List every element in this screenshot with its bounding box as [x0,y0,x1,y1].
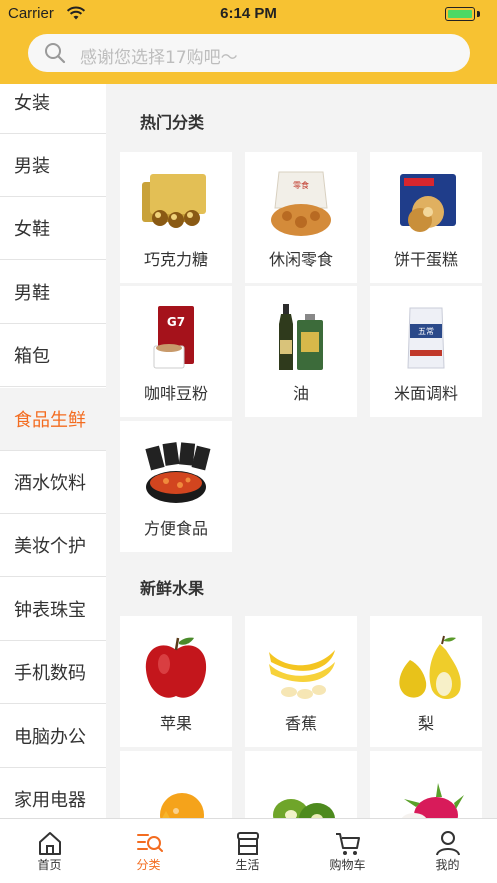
svg-text:G7: G7 [167,315,185,329]
category-tile-label: 休闲零食 [268,250,333,269]
sidebar-item-womens-clothing[interactable]: 女装 [0,84,106,134]
category-tile-chocolate[interactable]: 巧克力糖 [120,152,232,283]
tab-label: 购物车 [329,858,366,872]
category-tile-label: 巧克力糖 [143,250,208,269]
search-placeholder: 感谢您选择17购吧～ [80,48,238,68]
sidebar-item-label: 钟表珠宝 [14,600,86,621]
sidebar-item-label: 箱包 [14,346,50,367]
tab-home[interactable]: 首页 [0,819,99,883]
sidebar-item-label: 男装 [14,156,50,177]
category-tile-apple[interactable]: 苹果 [120,616,232,747]
cookie-tin-icon [400,174,456,232]
category-tile-label: 苹果 [159,714,192,733]
category-tile-label: 油 [292,384,309,403]
oil-bottle-icon [279,304,323,370]
tab-label: 分类 [136,858,161,872]
dragon-fruit-icon [401,783,464,818]
sidebar-item-bags[interactable]: 箱包 [0,324,106,387]
rice-bag-icon: 五常 [407,307,445,369]
tab-cart[interactable]: 购物车 [298,819,397,883]
tab-category[interactable]: 分类 [99,819,198,883]
category-tile-label: 梨 [417,714,434,733]
search-icon [45,43,66,64]
banana-icon [269,650,335,699]
tab-life[interactable]: 生活 [198,819,297,883]
category-tile-oil[interactable]: 油 [245,286,357,417]
section-title-hot: 热门分类 [140,113,205,132]
sidebar-item-computers-office[interactable]: 电脑办公 [0,705,106,768]
header: Carrier 6:14 PM 感谢您选择17购吧～ [0,0,497,84]
pear-icon [399,635,461,699]
sidebar-item-label: 家用电器 [14,790,86,811]
sidebar-item-food-fresh[interactable]: 食品生鲜 [0,388,106,451]
sidebar-item-mens-shoes[interactable]: 男鞋 [0,261,106,324]
sidebar-item-womens-shoes[interactable]: 女鞋 [0,197,106,260]
coffee-pack-icon: G7 [153,306,194,369]
category-tile-label: 咖啡豆粉 [143,384,208,403]
chocolate-box-icon [142,174,206,228]
sidebar-item-phones-digital[interactable]: 手机数码 [0,641,106,704]
tab-bar: 首页 分类 生活 购物车 我的 [0,818,497,883]
battery-icon [445,7,475,21]
orange-icon [160,793,204,818]
sidebar-item-label: 美妆个护 [14,536,86,557]
status-bar: Carrier 6:14 PM [0,0,497,28]
tab-label: 我的 [435,858,460,872]
clock: 6:14 PM [220,5,277,22]
battery-tip [477,11,480,17]
category-tile-coffee[interactable]: G7 咖啡豆粉 [120,286,232,417]
instant-food-icon [145,442,211,503]
sidebar-item-drinks[interactable]: 酒水饮料 [0,451,106,514]
category-tile-banana[interactable]: 香蕉 [245,616,357,747]
kiwi-icon [273,799,335,818]
svg-text:五常: 五常 [418,327,434,336]
sidebar-item-label: 男鞋 [14,283,50,304]
category-tile-instant-food[interactable]: 方便食品 [120,421,232,552]
category-tile-kiwi[interactable] [245,751,357,818]
svg-text:零食: 零食 [293,180,309,190]
category-search-icon [137,834,163,852]
snack-bag-icon: 零食 [271,171,331,236]
sidebar-item-home-appliances[interactable]: 家用电器 [0,768,106,818]
sidebar-item-watches-jewelry[interactable]: 钟表珠宝 [0,578,106,641]
sidebar-item-label: 酒水饮料 [14,473,86,494]
sidebar-item-beauty[interactable]: 美妆个护 [0,514,106,577]
category-tile-dragon-fruit[interactable] [370,751,482,818]
sidebar-item-label: 手机数码 [14,663,86,684]
category-tile-rice[interactable]: 五常 米面调料 [370,286,482,417]
category-content: 热门分类 巧克力糖 零食 休闲零食 饼干蛋糕 G7 咖啡豆粉 油 五常 米面调料… [106,84,497,818]
category-tile-pear[interactable]: 梨 [370,616,482,747]
store-icon [237,832,259,855]
search-bar[interactable]: 感谢您选择17购吧～ [28,34,470,72]
category-tile-orange[interactable] [120,751,232,818]
home-icon [39,832,61,855]
section-title-fruit: 新鲜水果 [140,579,205,598]
category-tile-label: 香蕉 [284,714,317,733]
category-tile-label: 方便食品 [143,519,208,538]
category-tile-snacks[interactable]: 零食 休闲零食 [245,152,357,283]
tab-mine[interactable]: 我的 [398,819,497,883]
category-tile-biscuits[interactable]: 饼干蛋糕 [370,152,482,283]
tab-label: 生活 [235,858,260,872]
apple-icon [145,637,207,698]
category-sidebar: 女装 男装 女鞋 男鞋 箱包 食品生鲜 酒水饮料 美妆个护 钟表珠宝 手机数码 … [0,84,106,818]
sidebar-item-label: 女装 [14,93,50,114]
user-icon [436,831,460,856]
sidebar-item-mens-clothing[interactable]: 男装 [0,134,106,197]
sidebar-item-label: 女鞋 [14,219,50,240]
category-tile-label: 米面调料 [393,384,458,403]
sidebar-item-label: 食品生鲜 [14,410,86,431]
sidebar-item-label: 电脑办公 [14,727,86,748]
cart-icon [336,833,360,855]
category-tile-label: 饼干蛋糕 [393,250,458,269]
tab-label: 首页 [37,858,62,872]
